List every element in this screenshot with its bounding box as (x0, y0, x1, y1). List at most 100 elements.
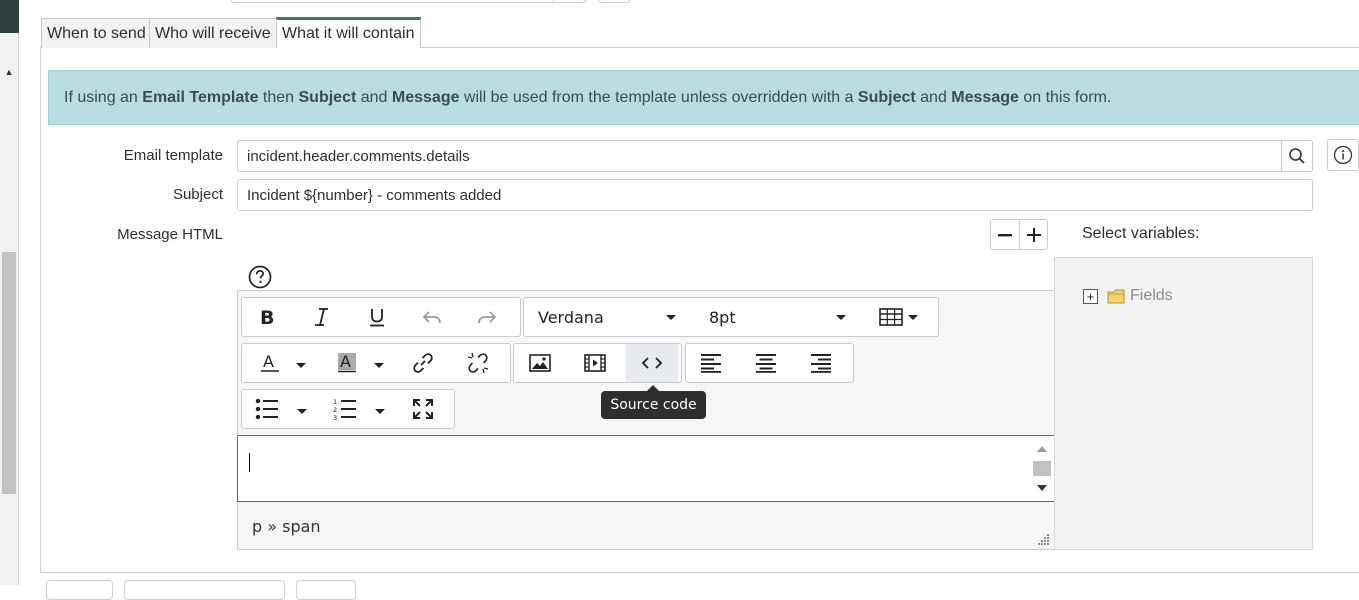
media-icon (584, 354, 606, 372)
table-icon (878, 308, 903, 326)
subject-label: Subject (172, 186, 223, 203)
fullscreen-icon (413, 399, 433, 419)
bold-icon: B (260, 307, 274, 327)
tab-when-to-send[interactable]: When to send (41, 18, 152, 48)
lookup-button[interactable] (1281, 140, 1313, 172)
image-icon (529, 354, 551, 372)
redo-button[interactable] (469, 300, 505, 334)
select-variables-title: Select variables: (1082, 225, 1200, 242)
resize-handle-icon[interactable] (1038, 533, 1050, 545)
chevron-down-icon[interactable] (375, 409, 385, 414)
scroll-up-icon[interactable]: ▲ (0, 62, 18, 82)
form-button[interactable] (296, 580, 356, 600)
variables-tree: + Fields (1054, 257, 1313, 550)
background-color-button[interactable]: A (329, 346, 365, 380)
italic-icon (315, 308, 328, 326)
bold-button[interactable]: B (249, 300, 285, 334)
search-icon (1289, 148, 1305, 164)
form-button[interactable] (46, 580, 113, 600)
numbered-list-button[interactable]: 123 (327, 392, 363, 426)
nav-strip (0, 0, 19, 33)
bullet-list-button[interactable] (249, 392, 285, 426)
chevron-down-icon[interactable] (296, 363, 306, 368)
font-toolbar-group: Verdana 8pt (523, 297, 939, 337)
top-field-divider (553, 0, 554, 3)
insert-media-button[interactable] (577, 346, 613, 380)
tab-who-will-receive[interactable]: Who will receive (149, 18, 277, 48)
list-toolbar-group: 123 (241, 389, 455, 429)
help-icon[interactable] (248, 265, 272, 289)
source-code-tooltip: Source code (601, 385, 706, 419)
align-center-icon (756, 354, 776, 373)
editor-scrollbar[interactable] (1032, 440, 1052, 498)
insert-toolbar-group (513, 343, 682, 383)
tree-item-fields[interactable]: + Fields (1083, 287, 1173, 305)
text-cursor (249, 453, 250, 472)
insert-link-button[interactable] (405, 346, 441, 380)
chevron-down-icon (907, 314, 918, 320)
plus-icon (1026, 227, 1041, 242)
minus-icon (998, 233, 1012, 236)
align-right-icon (811, 354, 831, 373)
tab-divider (425, 47, 1359, 48)
chevron-down-icon[interactable] (374, 363, 384, 368)
color-link-toolbar-group: A A (241, 343, 511, 383)
chevron-down-icon[interactable] (297, 409, 307, 414)
expand-icon[interactable]: + (1083, 288, 1098, 304)
numbered-list-icon: 123 (333, 398, 356, 420)
folder-icon (1107, 289, 1125, 303)
form-button[interactable] (124, 580, 285, 600)
link-icon (413, 353, 433, 373)
source-code-button[interactable] (626, 344, 678, 382)
text-color-button[interactable]: A (252, 346, 288, 380)
rich-text-editor: B Verdana 8pt A A 1 2 3 p » span (237, 290, 1055, 550)
svg-text:1: 1 (333, 398, 337, 406)
text-color-icon: A (261, 352, 279, 372)
top-button[interactable] (598, 0, 630, 3)
editor-zoom-controls (990, 219, 1048, 250)
info-button[interactable] (1327, 139, 1359, 171)
font-family-select[interactable]: Verdana (524, 298, 694, 336)
italic-button[interactable] (304, 300, 340, 334)
align-center-button[interactable] (748, 346, 784, 380)
editor-content-area[interactable] (237, 435, 1055, 502)
top-field[interactable] (231, 0, 586, 3)
chevron-down-icon (836, 315, 846, 320)
svg-text:B: B (260, 307, 274, 327)
tab-what-it-will-contain[interactable]: What it will contain (276, 17, 421, 48)
underline-button[interactable] (359, 300, 395, 334)
align-left-icon (701, 354, 721, 373)
subject-input[interactable]: Incident ${number} - comments added (237, 179, 1313, 211)
align-left-button[interactable] (693, 346, 729, 380)
bullet-list-icon (255, 398, 278, 420)
font-size-select[interactable]: 8pt (699, 298, 859, 336)
underline-icon (370, 309, 384, 327)
fullscreen-button[interactable] (405, 392, 441, 426)
remove-link-button[interactable] (460, 346, 496, 380)
zoom-out-button[interactable] (991, 220, 1019, 249)
align-right-button[interactable] (803, 346, 839, 380)
table-button[interactable] (871, 300, 925, 334)
insert-image-button[interactable] (522, 346, 558, 380)
message-html-label: Message HTML (117, 226, 223, 243)
zoom-in-button[interactable] (1019, 220, 1047, 249)
redo-icon (478, 311, 497, 324)
svg-text:A: A (263, 352, 274, 371)
format-toolbar-group: B (241, 297, 521, 337)
undo-button[interactable] (414, 300, 450, 334)
email-template-label: Email template (123, 147, 223, 164)
undo-icon (422, 311, 441, 324)
unlink-icon (467, 352, 489, 374)
svg-text:A: A (340, 352, 351, 371)
align-toolbar-group (685, 343, 854, 383)
email-template-input[interactable]: incident.header.comments.details (237, 140, 1282, 172)
element-path: p » span (252, 517, 321, 536)
info-icon (1333, 145, 1353, 165)
svg-text:3: 3 (333, 414, 337, 420)
background-color-icon: A (338, 352, 356, 373)
info-banner: If using an Email Template then Subject … (48, 70, 1359, 125)
code-icon (641, 357, 663, 369)
scrollbar-thumb[interactable] (2, 252, 16, 494)
chevron-down-icon (666, 315, 676, 320)
svg-text:2: 2 (333, 406, 337, 414)
